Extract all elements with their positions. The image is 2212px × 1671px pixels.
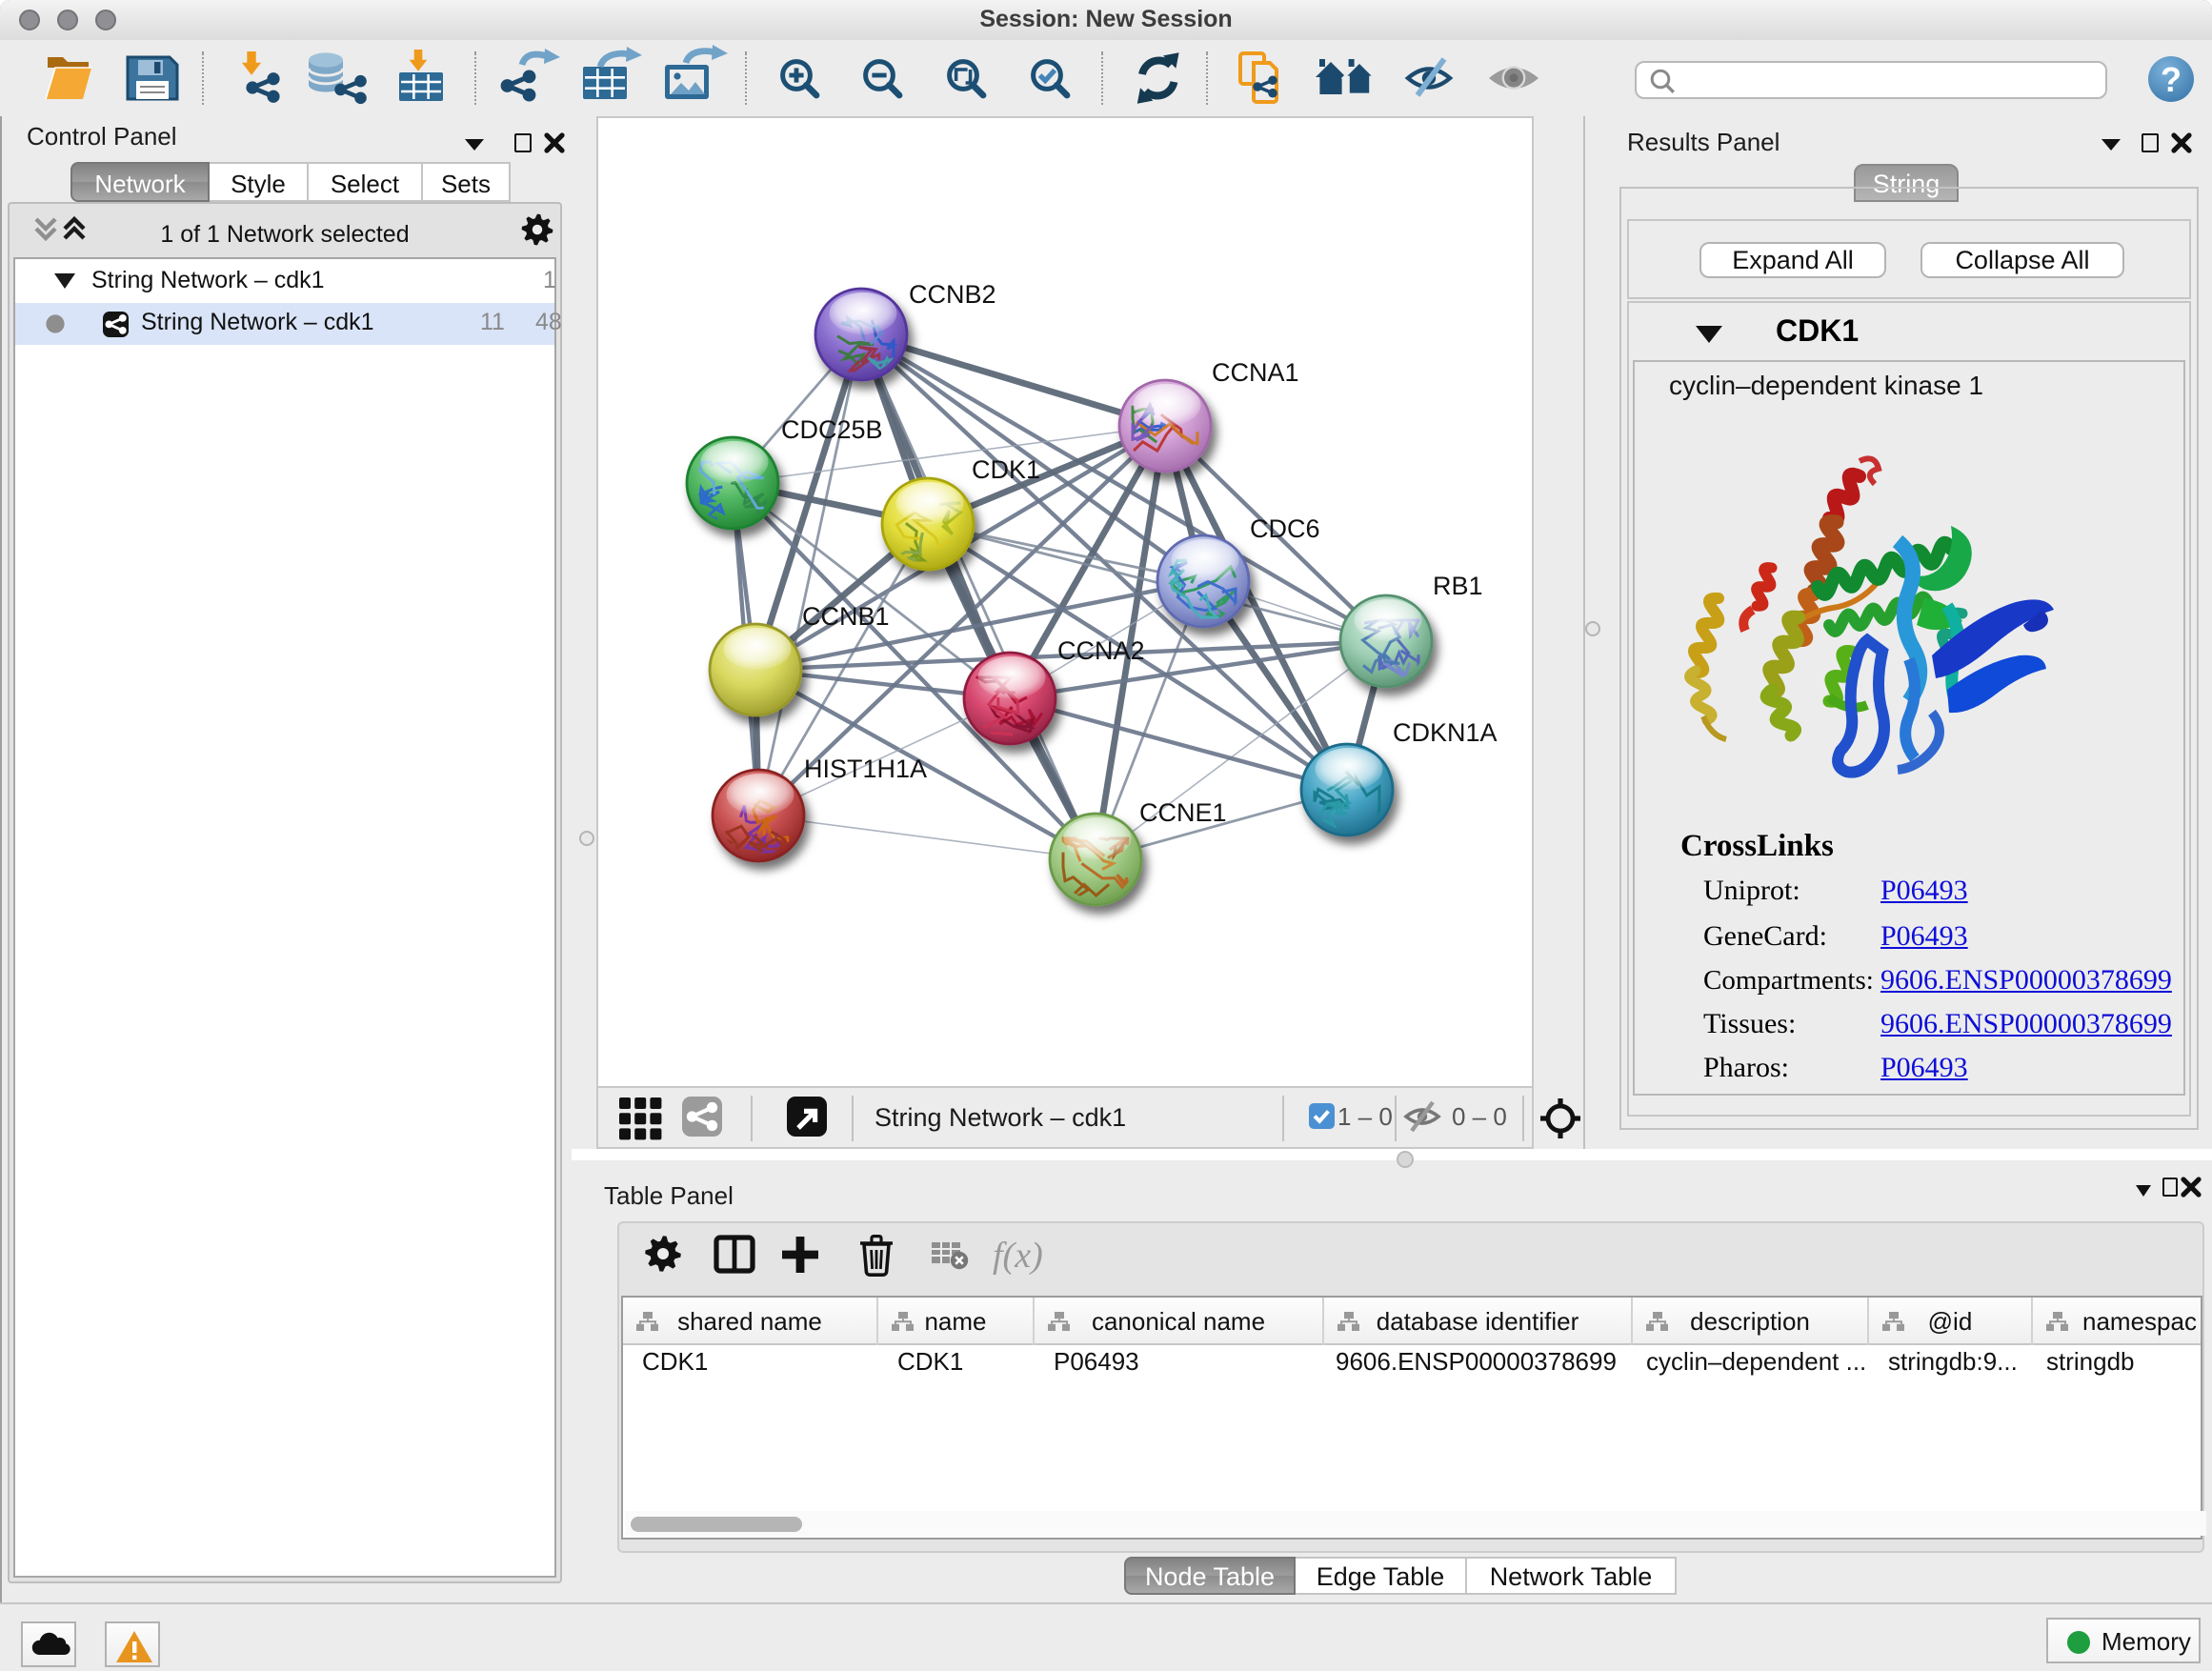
svg-text:CCNA1: CCNA1 [1212,358,1299,387]
svg-text:1 – 0: 1 – 0 [1337,1102,1393,1131]
svg-text:CCNB2: CCNB2 [909,280,996,309]
svg-text:CCNE1: CCNE1 [1139,798,1227,827]
svg-text:CDKN1A: CDKN1A [1393,718,1498,747]
svg-text:0 – 0: 0 – 0 [1452,1102,1507,1131]
svg-text:CCNB1: CCNB1 [802,602,890,631]
svg-text:?: ? [2161,60,2182,99]
svg-text:CCNA2: CCNA2 [1057,636,1145,665]
svg-text:RB1: RB1 [1433,572,1483,600]
svg-text:HIST1H1A: HIST1H1A [804,755,927,783]
svg-text:CDC25B: CDC25B [781,415,883,444]
svg-text:f(x): f(x) [993,1236,1043,1276]
svg-text:CDC6: CDC6 [1250,514,1320,543]
svg-text:CDK1: CDK1 [972,455,1040,484]
